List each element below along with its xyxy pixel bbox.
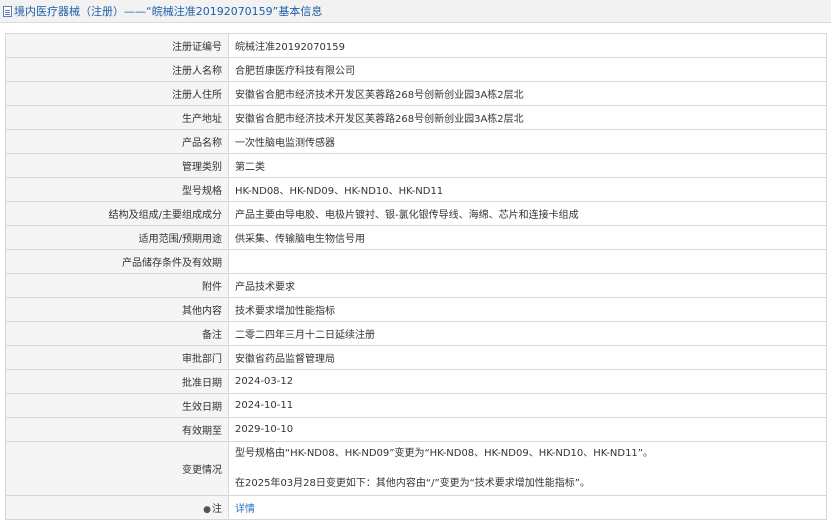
row-value: 2024-10-11 [228, 393, 827, 418]
change-line: 型号规格由“HK-ND08、HK-ND09”变更为“HK-ND08、HK-ND0… [235, 447, 653, 459]
info-table-body: 注册证编号 皖械注准20192070159 注册人名称 合肥哲康医疗科技有限公司 注… [5, 33, 827, 520]
row-value [228, 249, 827, 274]
table-row: 产品储存条件及有效期 [5, 249, 827, 274]
row-label: 生效日期 [5, 393, 229, 418]
table-row: 生产地址 安徽省合肥市经济技术开发区芙蓉路268号创新创业园3A栋2层北 [5, 105, 827, 130]
row-label: 结构及组成/主要组成成分 [5, 201, 229, 226]
table-row: 适用范围/预期用途 供采集、传输脑电生物信号用 [5, 225, 827, 250]
row-label: 型号规格 [5, 177, 229, 202]
row-label: 注册人名称 [5, 57, 229, 82]
table-row: 附件 产品技术要求 [5, 273, 827, 298]
row-label: 产品名称 [5, 129, 229, 154]
row-label: 生产地址 [5, 105, 229, 130]
table-row: 审批部门 安徽省药品监督管理局 [5, 345, 827, 370]
table-row: 有效期至 2029-10-10 [5, 417, 827, 442]
row-label: 备注 [5, 321, 229, 346]
table-row: 型号规格 HK-ND08、HK-ND09、HK-ND10、HK-ND11 [5, 177, 827, 202]
table-row: 结构及组成/主要组成成分 产品主要由导电胶、电极片镀衬、银-氯化银传导线、海绵、芯… [5, 201, 827, 226]
pin-icon: ● [203, 505, 211, 515]
row-value: 安徽省药品监督管理局 [228, 345, 827, 370]
row-label: 注册人住所 [5, 81, 229, 106]
row-label: 注册证编号 [5, 33, 229, 58]
table-row: 管理类别 第二类 [5, 153, 827, 178]
change-row: 变更情况 型号规格由“HK-ND08、HK-ND09”变更为“HK-ND08、H… [5, 441, 827, 496]
row-label: 审批部门 [5, 345, 229, 370]
table-row: 批准日期 2024-03-12 [5, 369, 827, 394]
row-label: 其他内容 [5, 297, 229, 322]
row-value: 产品技术要求 [228, 273, 827, 298]
row-value: 2024-03-12 [228, 369, 827, 394]
table-row: 备注 二零二四年三月十二日延续注册 [5, 321, 827, 346]
row-label: 附件 [5, 273, 229, 298]
change-line: 在2025年03月28日变更如下：其他内容由“/”变更为“技术要求增加性能指标”… [235, 477, 590, 489]
row-value: 安徽省合肥市经济技术开发区芙蓉路268号创新创业园3A栋2层北 [228, 81, 827, 106]
row-value: 合肥哲康医疗科技有限公司 [228, 57, 827, 82]
note-label-cell: ●注 [5, 495, 229, 520]
row-value: 产品主要由导电胶、电极片镀衬、银-氯化银传导线、海绵、芯片和连接卡组成 [228, 201, 827, 226]
note-row: ●注 详情 [5, 495, 827, 520]
details-link[interactable]: 详情 [235, 504, 255, 515]
row-label: 产品储存条件及有效期 [5, 249, 229, 274]
row-value: 2029-10-10 [228, 417, 827, 442]
note-value: 详情 [228, 495, 827, 520]
row-value: 皖械注准20192070159 [228, 33, 827, 58]
page-title: 境内医疗器械（注册）——“皖械注准20192070159”基本信息 [14, 5, 323, 18]
table-row: 注册人住所 安徽省合肥市经济技术开发区芙蓉路268号创新创业园3A栋2层北 [5, 81, 827, 106]
row-value: 一次性脑电监测传感器 [228, 129, 827, 154]
page-header: 境内医疗器械（注册）——“皖械注准20192070159”基本信息 [0, 0, 831, 23]
row-label: 适用范围/预期用途 [5, 225, 229, 250]
row-label: 管理类别 [5, 153, 229, 178]
change-value: 型号规格由“HK-ND08、HK-ND09”变更为“HK-ND08、HK-ND0… [228, 441, 827, 496]
row-value: 供采集、传输脑电生物信号用 [228, 225, 827, 250]
note-label: 注 [212, 504, 222, 515]
table-row: 注册人名称 合肥哲康医疗科技有限公司 [5, 57, 827, 82]
row-value: 二零二四年三月十二日延续注册 [228, 321, 827, 346]
row-value: 技术要求增加性能指标 [228, 297, 827, 322]
table-row: 其他内容 技术要求增加性能指标 [5, 297, 827, 322]
info-table: 注册证编号 皖械注准20192070159 注册人名称 合肥哲康医疗科技有限公司 注… [5, 33, 827, 520]
row-value: 第二类 [228, 153, 827, 178]
row-value: HK-ND08、HK-ND09、HK-ND10、HK-ND11 [228, 177, 827, 202]
row-label: 有效期至 [5, 417, 229, 442]
row-value: 安徽省合肥市经济技术开发区芙蓉路268号创新创业园3A栋2层北 [228, 105, 827, 130]
row-label: 批准日期 [5, 369, 229, 394]
table-row: 注册证编号 皖械注准20192070159 [5, 33, 827, 58]
document-icon [3, 5, 12, 17]
table-row: 产品名称 一次性脑电监测传感器 [5, 129, 827, 154]
table-row: 生效日期 2024-10-11 [5, 393, 827, 418]
change-label: 变更情况 [5, 441, 229, 496]
